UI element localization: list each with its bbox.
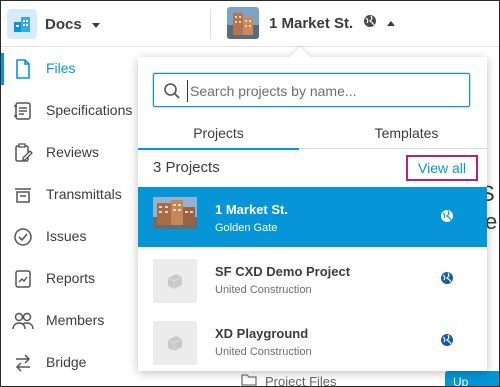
upload-button-label: Up bbox=[453, 375, 469, 387]
project-name: XD Playground bbox=[215, 326, 309, 341]
specifications-icon bbox=[12, 100, 34, 122]
upload-button[interactable]: Up bbox=[445, 371, 499, 387]
project-thumbnail bbox=[153, 197, 197, 229]
background-folder-row: Project Files bbox=[241, 371, 441, 387]
sidebar-item-members[interactable]: Members bbox=[1, 301, 138, 341]
globe-icon bbox=[440, 209, 454, 223]
project-name: 1 Market St. bbox=[215, 202, 288, 217]
app-switcher[interactable]: Docs bbox=[7, 9, 100, 39]
sidebar-item-label: Issues bbox=[46, 228, 87, 244]
sidebar-item-files[interactable]: Files bbox=[1, 49, 138, 89]
project-switcher-dropdown: Projects Templates 3 Projects View all bbox=[138, 57, 487, 371]
issues-icon bbox=[12, 226, 34, 248]
sidebar-item-label: Files bbox=[46, 60, 76, 76]
search-input[interactable] bbox=[187, 80, 457, 102]
file-icon bbox=[12, 58, 34, 80]
app-window: Docs 1 Market St. Files Specifications R… bbox=[0, 0, 500, 387]
project-list-item[interactable]: 1 Market St. Golden Gate bbox=[138, 187, 487, 247]
active-indicator bbox=[1, 53, 4, 85]
project-name: SF CXD Demo Project bbox=[215, 264, 351, 279]
folder-label: Project Files bbox=[265, 373, 337, 387]
project-list-item[interactable]: SF CXD Demo Project United Construction bbox=[138, 249, 487, 309]
reviews-icon bbox=[12, 142, 34, 164]
docs-logo-icon bbox=[7, 9, 37, 39]
members-icon bbox=[12, 310, 34, 332]
sidebar-item-specifications[interactable]: Specifications bbox=[1, 91, 138, 131]
current-project-title: 1 Market St. bbox=[269, 14, 354, 32]
sidebar-item-reviews[interactable]: Reviews bbox=[1, 133, 138, 173]
top-bar: Docs 1 Market St. bbox=[1, 1, 499, 47]
sidebar-item-label: Transmittals bbox=[46, 186, 122, 202]
project-switcher[interactable]: 1 Market St. bbox=[227, 7, 396, 39]
project-list-item[interactable]: XD Playground United Construction bbox=[138, 311, 487, 371]
chevron-up-icon bbox=[387, 20, 396, 26]
sidebar-item-reports[interactable]: Reports bbox=[1, 259, 138, 299]
globe-icon bbox=[440, 271, 454, 285]
sidebar-item-label: Members bbox=[46, 312, 105, 328]
tab-projects[interactable]: Projects bbox=[138, 119, 299, 150]
project-tabs: Projects Templates bbox=[138, 119, 487, 150]
view-all-link[interactable]: View all bbox=[406, 155, 478, 181]
project-organization: Golden Gate bbox=[215, 222, 278, 234]
globe-icon bbox=[440, 333, 454, 347]
app-name: Docs bbox=[45, 15, 82, 33]
reports-icon bbox=[12, 268, 34, 290]
project-count-row: 3 Projects View all bbox=[138, 149, 487, 187]
sidebar-item-label: Bridge bbox=[46, 354, 87, 370]
globe-icon bbox=[363, 14, 377, 33]
project-count: 3 Projects bbox=[153, 159, 220, 176]
search-icon bbox=[163, 82, 181, 100]
folder-icon bbox=[241, 373, 257, 387]
sidebar-item-label: Reports bbox=[46, 270, 96, 286]
transmittals-icon bbox=[12, 184, 34, 206]
project-organization: United Construction bbox=[215, 284, 312, 296]
topbar-divider bbox=[210, 9, 211, 39]
project-search-box[interactable] bbox=[153, 73, 470, 107]
project-organization: United Construction bbox=[215, 346, 312, 358]
sidebar-item-issues[interactable]: Issues bbox=[1, 217, 138, 257]
sidebar: Files Specifications Reviews Transmittal… bbox=[1, 47, 138, 386]
sidebar-item-label: Reviews bbox=[46, 144, 99, 160]
tab-templates[interactable]: Templates bbox=[326, 119, 487, 149]
project-thumbnail bbox=[227, 7, 259, 39]
bridge-icon bbox=[12, 352, 34, 374]
project-placeholder-icon bbox=[153, 321, 197, 365]
chevron-down-icon bbox=[91, 22, 100, 28]
project-placeholder-icon bbox=[153, 259, 197, 303]
sidebar-item-bridge[interactable]: Bridge bbox=[1, 343, 138, 383]
sidebar-item-label: Specifications bbox=[46, 102, 133, 118]
sidebar-item-transmittals[interactable]: Transmittals bbox=[1, 175, 138, 215]
